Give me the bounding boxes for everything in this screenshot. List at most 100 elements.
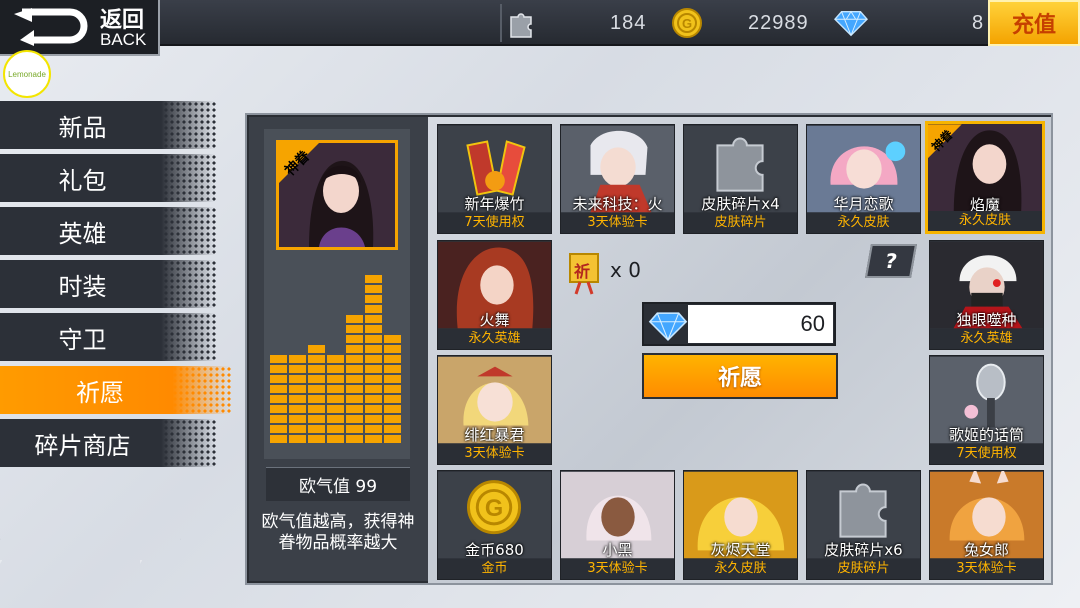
recharge-button[interactable]: 充值 xyxy=(988,0,1080,46)
luck-meter-segment xyxy=(346,315,363,323)
fragment-counter: 184 xyxy=(504,6,646,40)
luck-meter-segment xyxy=(365,375,382,383)
luck-meter-segment xyxy=(384,375,401,383)
fragment-count: 184 xyxy=(610,11,647,34)
reward-item[interactable]: 火舞 永久英雄 xyxy=(437,240,552,350)
diamond-count: 8 xyxy=(972,11,985,34)
reward-item[interactable]: 皮肤碎片x4 皮肤碎片 xyxy=(683,124,798,234)
luck-meter-segment xyxy=(346,345,363,353)
luck-meter-segment xyxy=(365,395,382,403)
svg-text:G: G xyxy=(682,16,692,31)
luck-meter-segment xyxy=(346,335,363,343)
luck-meter-segment xyxy=(289,425,306,433)
luck-meter-segment xyxy=(270,365,287,373)
luck-meter-segment xyxy=(346,405,363,413)
luck-meter-segment xyxy=(270,385,287,393)
puzzle-piece-icon xyxy=(504,6,538,40)
luck-meter-segment xyxy=(327,355,344,363)
ticket-badge: 祈 xyxy=(574,262,591,281)
reward-tag: 皮肤碎片 xyxy=(684,213,797,233)
luck-meter-segment xyxy=(384,385,401,393)
luck-meter-segment xyxy=(327,385,344,393)
reward-name: 小黑 xyxy=(602,541,633,559)
luck-meter-segment xyxy=(270,395,287,403)
reward-name: 华月恋歌 xyxy=(833,195,894,213)
back-button[interactable]: 返回 BACK xyxy=(0,0,160,56)
luck-meter-segment xyxy=(289,385,306,393)
reward-name: 新年爆竹 xyxy=(464,195,525,213)
reward-item[interactable]: 皮肤碎片x6 皮肤碎片 xyxy=(806,470,921,580)
reward-name: 金币680 xyxy=(465,541,524,559)
luck-meter-segment xyxy=(327,365,344,373)
luck-meter-segment xyxy=(384,365,401,373)
menu-item-hero[interactable]: 英雄 xyxy=(0,207,217,255)
luck-meter-segment xyxy=(365,325,382,333)
luck-meter-segment xyxy=(384,425,401,433)
luck-meter-segment xyxy=(384,405,401,413)
reward-name: 皮肤碎片x6 xyxy=(824,541,903,559)
luck-meter-segment xyxy=(308,385,325,393)
lemonade-logo[interactable]: Lemonade xyxy=(3,50,51,98)
luck-meter-segment xyxy=(289,415,306,423)
luck-meter-segment xyxy=(289,395,306,403)
divider xyxy=(500,4,502,42)
reward-item-selected[interactable]: 神眷 焰魔 永久皮肤 xyxy=(925,121,1045,234)
luck-meter-segment xyxy=(365,355,382,363)
reward-item[interactable]: G 金币680 金币 xyxy=(437,470,552,580)
reward-item[interactable]: 灰烬天堂 永久皮肤 xyxy=(683,470,798,580)
luck-meter-segment xyxy=(289,365,306,373)
diamond-counter: 8 xyxy=(834,6,984,40)
luck-meter-segment xyxy=(270,425,287,433)
luck-meter-segment xyxy=(308,375,325,383)
luck-meter-segment xyxy=(346,375,363,383)
luck-meter-segment xyxy=(365,295,382,303)
menu-item-fragment-shop[interactable]: 碎片商店 xyxy=(0,419,217,467)
wish-ticket-icon: 祈 xyxy=(566,250,602,296)
reward-item[interactable]: 歌姬的话筒 7天使用权 xyxy=(929,355,1044,465)
reward-tag: 永久英雄 xyxy=(438,329,551,349)
menu-item-gift[interactable]: 礼包 xyxy=(0,154,217,202)
luck-meter-segment xyxy=(289,435,306,443)
luck-meter-segment xyxy=(384,435,401,443)
luck-value: 欧气值 99 xyxy=(266,467,410,501)
featured-reward[interactable]: 神眷 xyxy=(276,140,398,250)
reward-item[interactable]: 绯红暴君 3天体验卡 xyxy=(437,355,552,465)
luck-meter-segment xyxy=(365,405,382,413)
reward-item[interactable]: 未来科技：火 3天体验卡 xyxy=(560,124,675,234)
gold-count: 22989 xyxy=(748,11,809,34)
reward-item[interactable]: 华月恋歌 永久皮肤 xyxy=(806,124,921,234)
menu-item-wish[interactable]: 祈愿 xyxy=(0,366,232,414)
luck-meter-segment xyxy=(365,315,382,323)
reward-tag: 永久英雄 xyxy=(930,329,1043,349)
category-menu: 新品 礼包 英雄 时装 守卫 祈愿 碎片商店 xyxy=(0,101,232,472)
help-button[interactable]: ? xyxy=(865,244,917,278)
menu-item-fashion[interactable]: 时装 xyxy=(0,260,217,308)
reward-item[interactable]: 独眼噬种 永久英雄 xyxy=(929,240,1044,350)
wish-button[interactable]: 祈愿 xyxy=(642,353,838,399)
luck-meter-segment xyxy=(346,325,363,333)
diamond-icon xyxy=(648,312,688,341)
reward-tag: 7天使用权 xyxy=(930,444,1043,464)
luck-meter-segment xyxy=(384,345,401,353)
luck-meter-segment xyxy=(346,355,363,363)
luck-meter-segment xyxy=(346,385,363,393)
reward-tag: 金币 xyxy=(438,559,551,579)
luck-meter-segment xyxy=(365,285,382,293)
reward-item[interactable]: 小黑 3天体验卡 xyxy=(560,470,675,580)
luck-meter-segment xyxy=(327,435,344,443)
luck-meter-segment xyxy=(365,415,382,423)
reward-item[interactable]: 兔女郎 3天体验卡 xyxy=(929,470,1044,580)
menu-item-guard[interactable]: 守卫 xyxy=(0,313,217,361)
luck-meter-segment xyxy=(308,415,325,423)
luck-meter-segment xyxy=(327,375,344,383)
reward-name: 兔女郎 xyxy=(963,541,1009,559)
reward-name: 未来科技：火 xyxy=(572,195,663,213)
reward-name: 火舞 xyxy=(479,311,510,329)
luck-meter-segment xyxy=(365,305,382,313)
svg-text:G: G xyxy=(485,495,503,521)
reward-item[interactable]: 新年爆竹 7天使用权 xyxy=(437,124,552,234)
luck-meter-segment xyxy=(365,435,382,443)
menu-item-new[interactable]: 新品 xyxy=(0,101,217,149)
gold-counter: G 22989 xyxy=(670,6,809,40)
reward-name: 歌姬的话筒 xyxy=(948,426,1024,444)
